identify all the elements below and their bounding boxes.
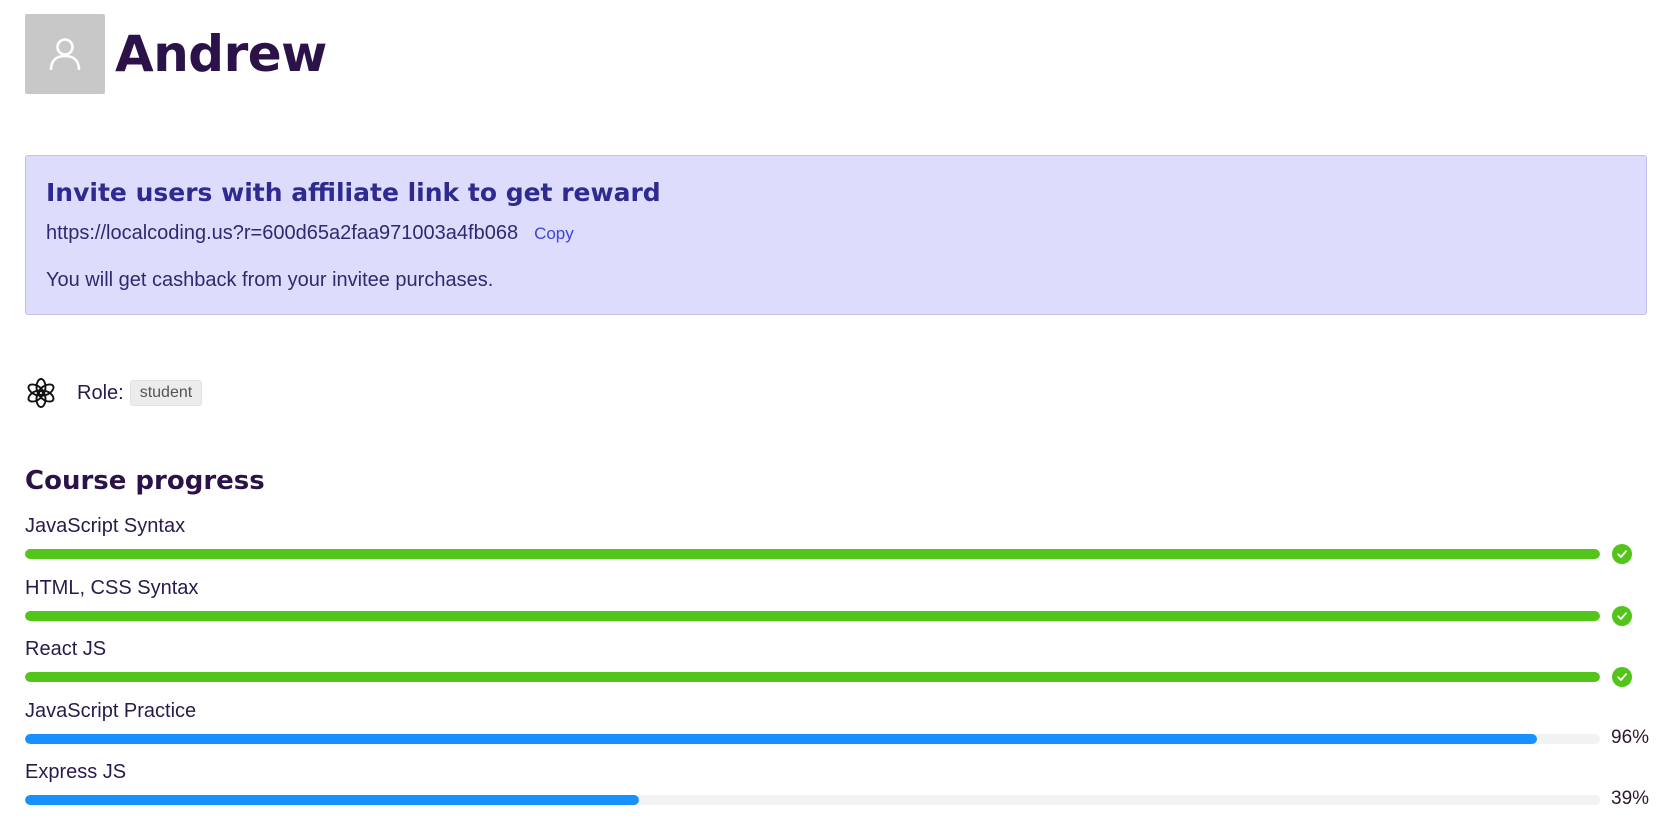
course-progress-item: JavaScript Syntax [25,515,1650,575]
progress-percent: 39% [1611,788,1650,809]
progress-bar [25,549,1600,559]
user-icon [49,38,81,71]
progress-bar [25,672,1600,682]
course-progress-title: Course progress [25,466,265,496]
affiliate-link: https://localcoding.us?r=600d65a2faa9710… [46,222,519,244]
course-name: JavaScript Practice [25,700,197,722]
progress-bar [25,734,1600,744]
copy-link-button[interactable]: Copy [534,224,574,244]
progress-percent: 96% [1611,727,1650,748]
cashback-description: You will get cashback from your invitee … [46,269,494,291]
affiliate-panel: Invite users with affiliate link to get … [25,155,1647,315]
course-progress-item: React JS [25,638,1650,698]
progress-bar-fill [25,795,639,805]
role-badge: student [129,380,203,406]
check-circle-icon [1612,667,1632,687]
progress-bar-fill [25,549,1600,559]
course-progress-item: Express JS 39% [25,761,1650,821]
check-circle-icon [1612,544,1632,564]
affiliate-link-row: https://localcoding.us?r=600d65a2faa9710… [46,222,1626,245]
progress-bar-fill [25,734,1537,744]
course-progress-item: JavaScript Practice 96% [25,700,1650,760]
progress-bar-fill [25,611,1600,621]
course-name: JavaScript Syntax [25,515,186,537]
affiliate-title: Invite users with affiliate link to get … [46,178,661,207]
openai-logo-icon [27,378,55,408]
progress-bar [25,795,1600,805]
profile-header: Andrew [25,14,327,94]
course-progress-item: HTML, CSS Syntax [25,577,1650,637]
check-circle-icon [1612,606,1632,626]
progress-bar [25,611,1600,621]
course-name: HTML, CSS Syntax [25,577,199,599]
avatar [25,14,105,94]
role-row: Role: student [25,377,203,409]
user-name: Andrew [115,25,327,83]
course-name: React JS [25,638,107,660]
course-name: Express JS [25,761,127,783]
role-label: Role: [77,381,124,404]
progress-bar-fill [25,672,1600,682]
